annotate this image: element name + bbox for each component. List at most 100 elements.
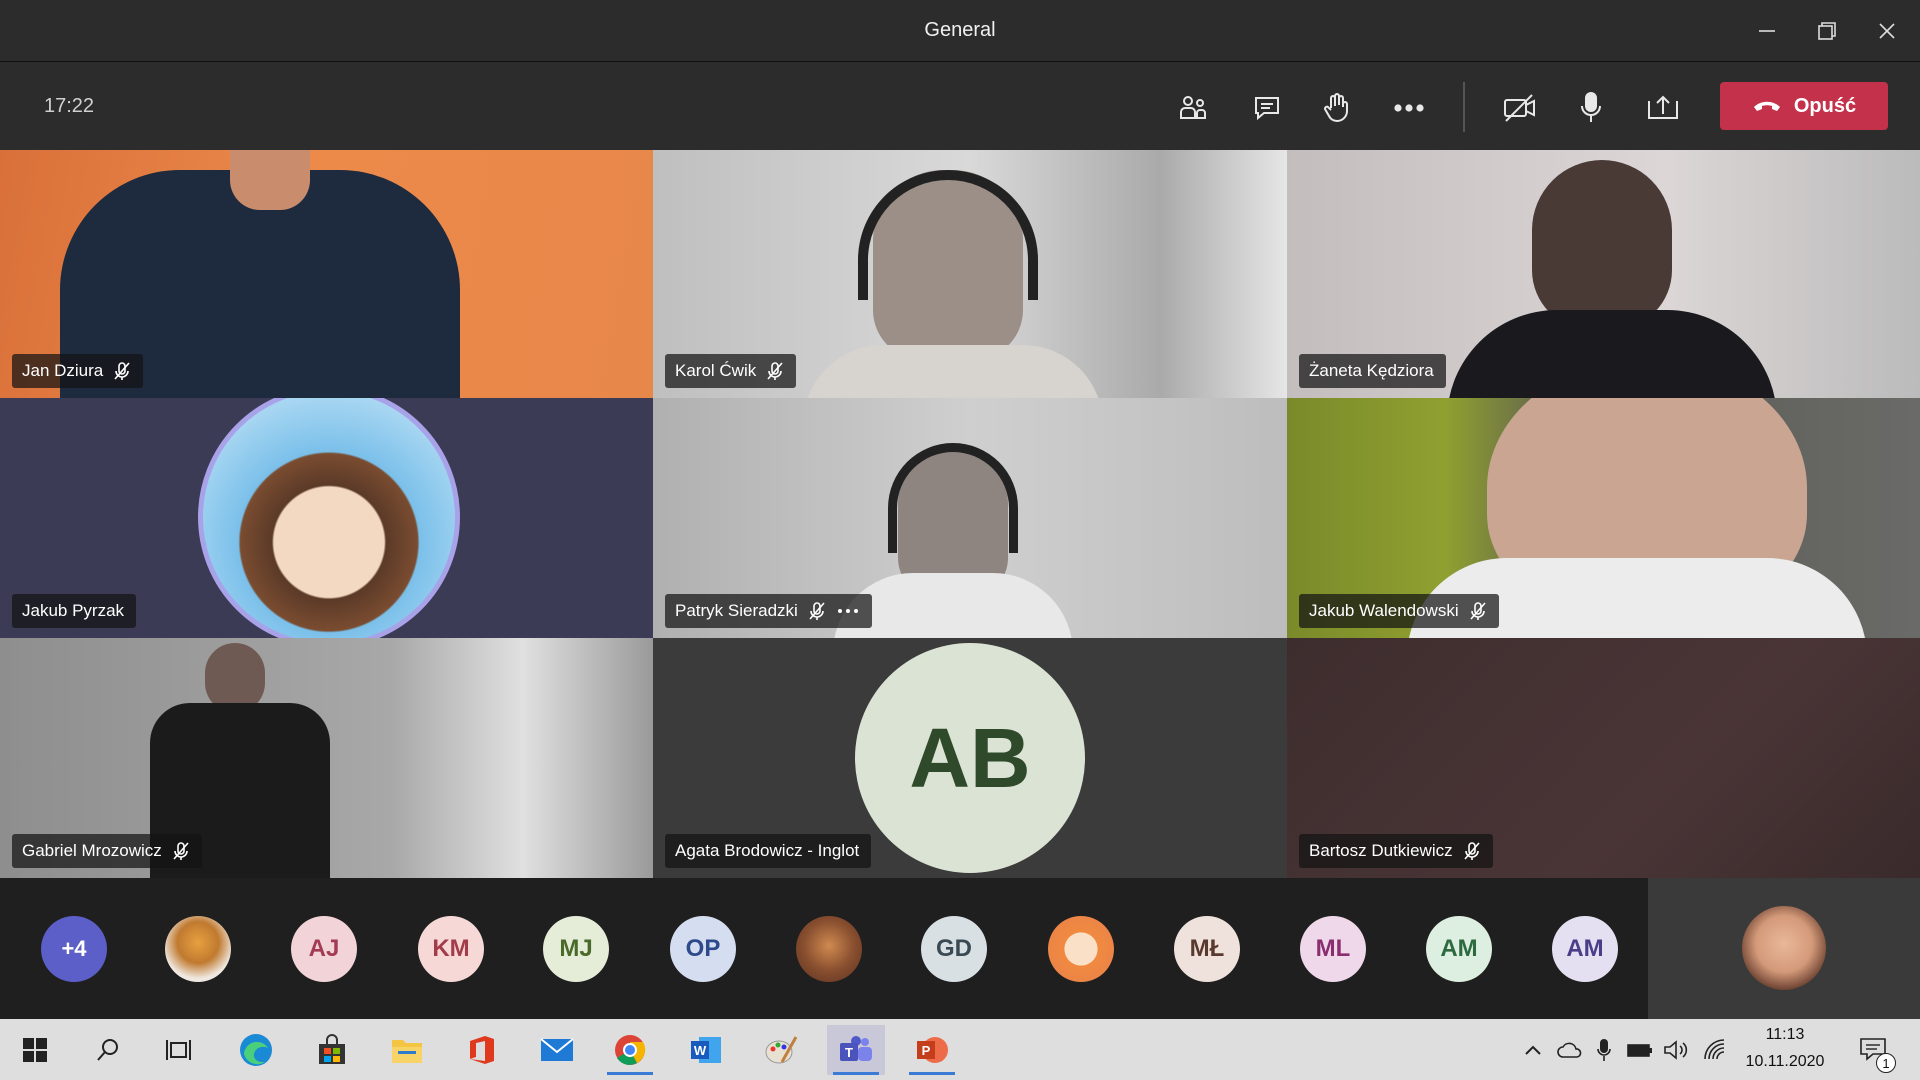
headphones xyxy=(858,170,1038,300)
taskbar-date[interactable]: 10.11.2020 xyxy=(1730,1053,1840,1071)
leave-label: Opuść xyxy=(1793,94,1857,117)
participant-video xyxy=(230,150,310,210)
roster-avatar[interactable] xyxy=(796,916,862,982)
microphone-toggle-button[interactable] xyxy=(1565,82,1617,134)
meeting-duration: 17:22 xyxy=(44,95,95,117)
participant-name: Jakub Walendowski xyxy=(1309,601,1459,620)
chrome-icon xyxy=(615,1035,646,1065)
taskbar-mail[interactable] xyxy=(528,1025,586,1075)
taskbar-chrome[interactable] xyxy=(601,1025,659,1075)
participant-name-tag: Gabriel Mrozowicz xyxy=(12,834,202,868)
chat-button[interactable] xyxy=(1241,82,1293,134)
participant-name-tag: Bartosz Dutkiewicz xyxy=(1299,834,1493,868)
minimize-button[interactable] xyxy=(1737,0,1797,62)
participant-name-tag: Karol Ćwik xyxy=(665,354,797,388)
participants-icon xyxy=(1180,96,1206,119)
roster-avatar[interactable]: AM xyxy=(1426,916,1492,982)
notifications-button[interactable]: 1 xyxy=(1848,1025,1900,1075)
taskbar-store[interactable] xyxy=(303,1025,361,1075)
active-indicator xyxy=(607,1072,653,1075)
chevron-up-icon xyxy=(1525,1045,1541,1055)
taskbar-clock[interactable]: 11:13 xyxy=(1730,1026,1840,1044)
roster-avatar[interactable]: KM xyxy=(418,916,484,982)
leave-meeting-button[interactable]: Opuść xyxy=(1720,82,1888,130)
video-tile[interactable]: AB Agata Brodowicz - Inglot xyxy=(653,638,1287,878)
task-view-button[interactable] xyxy=(150,1025,208,1075)
participant-name-tag: Patryk Sieradzki xyxy=(665,594,872,628)
roster-avatar[interactable]: AJ xyxy=(291,916,357,982)
participant-video xyxy=(1447,310,1777,398)
paint-icon xyxy=(765,1036,798,1064)
more-icon xyxy=(1394,104,1424,112)
participant-name-tag: Żaneta Kędziora xyxy=(1299,354,1446,388)
participant-video xyxy=(803,345,1103,398)
windows-logo-icon xyxy=(23,1038,47,1062)
self-avatar[interactable] xyxy=(1742,906,1826,990)
roster-avatar[interactable]: ML xyxy=(1300,916,1366,982)
roster-avatar[interactable]: OP xyxy=(670,916,736,982)
taskbar-word[interactable]: W xyxy=(677,1025,735,1075)
participant-name: Jakub Pyrzak xyxy=(22,601,125,620)
video-tile[interactable]: Jan Dziura xyxy=(0,150,653,398)
headphones xyxy=(888,443,1018,553)
roster-avatar[interactable] xyxy=(165,916,231,982)
search-button[interactable] xyxy=(79,1025,137,1075)
video-tile[interactable]: Bartosz Dutkiewicz xyxy=(1287,638,1920,878)
more-options-button[interactable] xyxy=(1383,82,1435,134)
more-icon[interactable] xyxy=(836,607,860,615)
video-tile[interactable]: Jakub Pyrzak xyxy=(0,398,653,638)
roster-avatar[interactable]: AM xyxy=(1552,916,1618,982)
roster-avatar[interactable]: GD xyxy=(921,916,987,982)
notification-count-badge: 1 xyxy=(1876,1053,1896,1073)
folder-icon xyxy=(392,1040,422,1063)
video-tile[interactable]: Gabriel Mrozowicz xyxy=(0,638,653,878)
toolbar-divider xyxy=(1463,82,1465,132)
share-icon xyxy=(1648,95,1678,119)
taskbar-paint[interactable] xyxy=(752,1025,810,1075)
muted-microphone-icon xyxy=(809,602,825,620)
raise-hand-button[interactable] xyxy=(1311,82,1363,134)
close-button[interactable] xyxy=(1857,0,1917,62)
camera-toggle-button[interactable] xyxy=(1494,82,1546,134)
share-screen-button[interactable] xyxy=(1637,82,1689,134)
speaker-icon xyxy=(1664,1040,1688,1060)
participant-avatar xyxy=(198,398,460,638)
participant-name-tag: Jakub Walendowski xyxy=(1299,594,1499,628)
restore-button[interactable] xyxy=(1797,0,1857,62)
participant-name: Patryk Sieradzki xyxy=(675,601,798,620)
video-grid: Jan Dziura Karol Ćwik Żaneta Kędziora Ja… xyxy=(0,150,1920,878)
teams-meeting-window: General 17:22 Opuść Jan Dziura Karol Ćwi… xyxy=(0,0,1920,1080)
taskbar-office[interactable] xyxy=(453,1025,511,1075)
participant-name: Agata Brodowicz - Inglot xyxy=(675,841,860,860)
word-icon: W xyxy=(691,1037,721,1063)
start-button[interactable] xyxy=(6,1025,64,1075)
participant-name-tag: Jan Dziura xyxy=(12,354,144,388)
taskbar-file-explorer[interactable] xyxy=(378,1025,436,1075)
close-icon xyxy=(1879,23,1895,39)
overflow-participants-button[interactable]: +4 xyxy=(41,916,107,982)
participants-button[interactable] xyxy=(1167,82,1219,134)
roster-avatar[interactable]: MŁ xyxy=(1174,916,1240,982)
taskbar-edge[interactable] xyxy=(227,1025,285,1075)
store-icon xyxy=(319,1034,345,1064)
self-view xyxy=(1648,878,1920,1019)
video-tile[interactable]: Żaneta Kędziora xyxy=(1287,150,1920,398)
video-tile[interactable]: Jakub Walendowski xyxy=(1287,398,1920,638)
title-bar: General xyxy=(0,0,1920,62)
participant-name-tag: Agata Brodowicz - Inglot xyxy=(665,834,872,868)
roster-avatar[interactable]: MJ xyxy=(543,916,609,982)
minimize-icon xyxy=(1759,30,1775,32)
hang-up-icon xyxy=(1753,101,1780,111)
taskbar-teams[interactable]: T xyxy=(827,1025,885,1075)
participant-name: Bartosz Dutkiewicz xyxy=(1309,841,1453,860)
svg-text:T: T xyxy=(845,1045,853,1060)
roster-avatar[interactable] xyxy=(1048,916,1114,982)
taskbar-powerpoint[interactable]: P xyxy=(903,1025,961,1075)
video-tile[interactable]: Patryk Sieradzki xyxy=(653,398,1287,638)
powerpoint-icon: P xyxy=(917,1037,948,1063)
participant-video xyxy=(1532,160,1672,330)
video-tile[interactable]: Karol Ćwik xyxy=(653,150,1287,398)
restore-icon xyxy=(1818,22,1836,40)
active-indicator xyxy=(833,1072,879,1075)
search-icon xyxy=(97,1039,118,1061)
